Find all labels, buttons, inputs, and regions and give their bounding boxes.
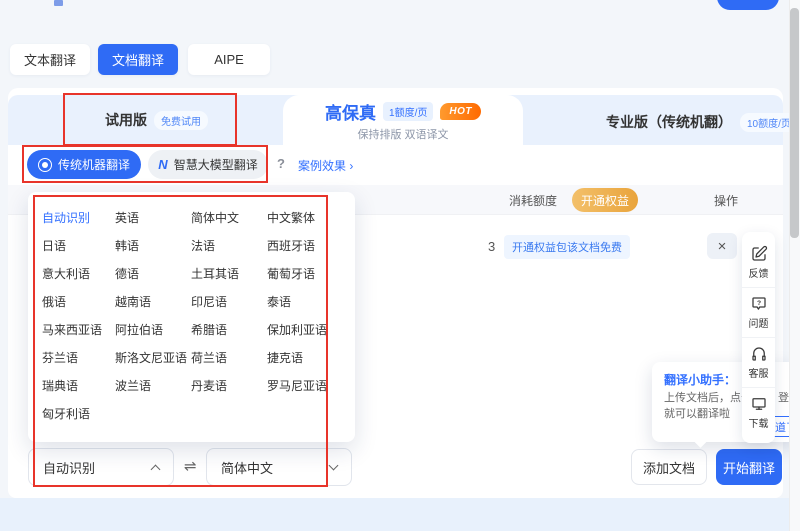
language-option[interactable]: 斯洛文尼亚语 <box>115 344 191 372</box>
close-icon: × <box>718 238 727 255</box>
source-language-value: 自动识别 <box>43 458 95 477</box>
language-option[interactable]: 德语 <box>115 260 191 288</box>
edit-icon <box>750 245 768 263</box>
language-option[interactable]: 日语 <box>42 232 115 260</box>
swap-languages-icon[interactable]: ⇌ <box>184 457 197 475</box>
language-option[interactable]: 法语 <box>191 232 267 260</box>
plan-hifi-name: 高保真 <box>325 99 376 124</box>
language-option[interactable]: 泰语 <box>267 288 342 316</box>
question-icon: ? <box>750 295 768 313</box>
side-toolbar: 反馈 ? 问题 客服 下载 <box>742 232 775 443</box>
toolbar-item[interactable]: 客服 <box>742 337 775 387</box>
open-rights-button[interactable]: 开通权益 <box>572 188 638 212</box>
toolbar-item[interactable]: 反馈 <box>742 238 775 287</box>
chevron-down-icon <box>329 461 339 471</box>
language-option[interactable]: 荷兰语 <box>191 344 267 372</box>
language-option[interactable]: 韩语 <box>115 232 191 260</box>
bottom-background-strip <box>0 498 800 531</box>
language-option[interactable]: 波兰语 <box>115 372 191 400</box>
language-option[interactable]: 瑞典语 <box>42 372 115 400</box>
language-option[interactable]: 捷克语 <box>267 344 342 372</box>
language-option[interactable]: 匈牙利语 <box>42 400 115 428</box>
language-grid: 自动识别英语简体中文中文繁体日语韩语法语西班牙语意大利语德语土耳其语葡萄牙语俄语… <box>42 204 342 428</box>
chevron-up-icon <box>151 464 161 474</box>
assistant-title: 翻译小助手： <box>664 371 736 388</box>
target-language-value: 简体中文 <box>221 458 273 477</box>
plan-hifi-row: 高保真 1额度/页 HOT <box>325 99 481 124</box>
plan-hifi-price-badge: 1额度/页 <box>383 102 433 121</box>
headset-icon <box>750 345 768 363</box>
language-option[interactable]: 意大利语 <box>42 260 115 288</box>
language-option[interactable]: 丹麦语 <box>191 372 267 400</box>
language-option[interactable]: 保加利亚语 <box>267 316 342 344</box>
language-option[interactable]: 马来西亚语 <box>42 316 115 344</box>
language-dropdown-panel: 自动识别英语简体中文中文繁体日语韩语法语西班牙语意大利语德语土耳其语葡萄牙语俄语… <box>28 192 355 442</box>
row-close-button[interactable]: × <box>707 233 737 259</box>
plan-pro-name: 专业版（传统机翻） <box>606 112 732 132</box>
language-option[interactable]: 土耳其语 <box>191 260 267 288</box>
machine-engine-icon <box>38 158 52 172</box>
column-action: 操作 <box>714 192 738 209</box>
language-option[interactable]: 自动识别 <box>42 204 115 232</box>
engine-llm-label: 智慧大模型翻译 <box>174 156 258 173</box>
row-credits-value: 3 <box>488 239 495 254</box>
toolbar-item[interactable]: 下载 <box>742 387 775 437</box>
language-option[interactable]: 俄语 <box>42 288 115 316</box>
language-option[interactable]: 罗马尼亚语 <box>267 372 342 400</box>
language-option[interactable]: 英语 <box>115 204 191 232</box>
plan-pro[interactable]: 专业版（传统机翻） 10额度/页 <box>606 112 798 132</box>
scrollbar-thumb[interactable] <box>790 8 799 238</box>
engine-traditional-button[interactable]: 传统机器翻译 <box>27 150 141 179</box>
row-rights-note[interactable]: 开通权益包该文档免费 <box>504 235 630 259</box>
assistant-text-line2: 就可以翻译啦 <box>664 405 730 421</box>
language-option[interactable]: 越南语 <box>115 288 191 316</box>
add-document-button[interactable]: 添加文档 <box>631 449 707 485</box>
language-option[interactable]: 希腊语 <box>191 316 267 344</box>
plan-trial-badge: 免费试用 <box>154 111 208 130</box>
ai-model-icon: N <box>158 157 167 172</box>
language-option[interactable]: 葡萄牙语 <box>267 260 342 288</box>
tab-document-translate[interactable]: 文档翻译 <box>98 44 178 75</box>
top-right-button-partial[interactable] <box>717 0 779 10</box>
language-option[interactable]: 阿拉伯语 <box>115 316 191 344</box>
tab-text-translate[interactable]: 文本翻译 <box>10 44 90 75</box>
language-option[interactable]: 西班牙语 <box>267 232 342 260</box>
language-option[interactable]: 简体中文 <box>191 204 267 232</box>
plan-hifi-desc: 保持排版 双语译文 <box>357 126 448 142</box>
document-translate-page: 文本翻译 文档翻译 AIPE 试用版 免费试用 高保真 1额度/页 HOT 保持… <box>0 0 800 531</box>
plan-trial-name: 试用版 <box>105 110 147 130</box>
case-examples-link[interactable]: 案例效果 › <box>298 157 353 174</box>
plan-hifi-selected[interactable]: 高保真 1额度/页 HOT 保持排版 双语译文 <box>283 95 523 145</box>
toolbar-item[interactable]: ? 问题 <box>742 287 775 337</box>
engine-llm-button[interactable]: N 智慧大模型翻译 <box>148 150 268 179</box>
language-option[interactable]: 芬兰语 <box>42 344 115 372</box>
language-option[interactable]: 中文繁体 <box>267 204 342 232</box>
toolbar-list: 反馈 ? 问题 客服 下载 <box>742 238 775 437</box>
column-credits: 消耗额度 <box>509 192 557 209</box>
svg-text:?: ? <box>756 300 760 307</box>
target-language-select[interactable]: 简体中文 <box>206 448 352 486</box>
source-language-select[interactable]: 自动识别 <box>28 448 174 486</box>
start-translate-button[interactable]: 开始翻译 <box>716 449 782 485</box>
monitor-icon <box>750 395 768 413</box>
tab-aipe[interactable]: AIPE <box>188 44 270 75</box>
cursor-artifact <box>54 0 63 6</box>
help-icon[interactable]: ? <box>277 156 285 171</box>
plan-trial[interactable]: 试用版 免费试用 <box>105 110 208 130</box>
assistant-tooltip: 翻译小助手： 上传文档后，点击开 登录 就可以翻译啦 我知道了 <box>652 362 798 442</box>
engine-traditional-label: 传统机器翻译 <box>58 156 130 173</box>
language-option[interactable]: 印尼语 <box>191 288 267 316</box>
hot-badge: HOT <box>440 103 481 120</box>
